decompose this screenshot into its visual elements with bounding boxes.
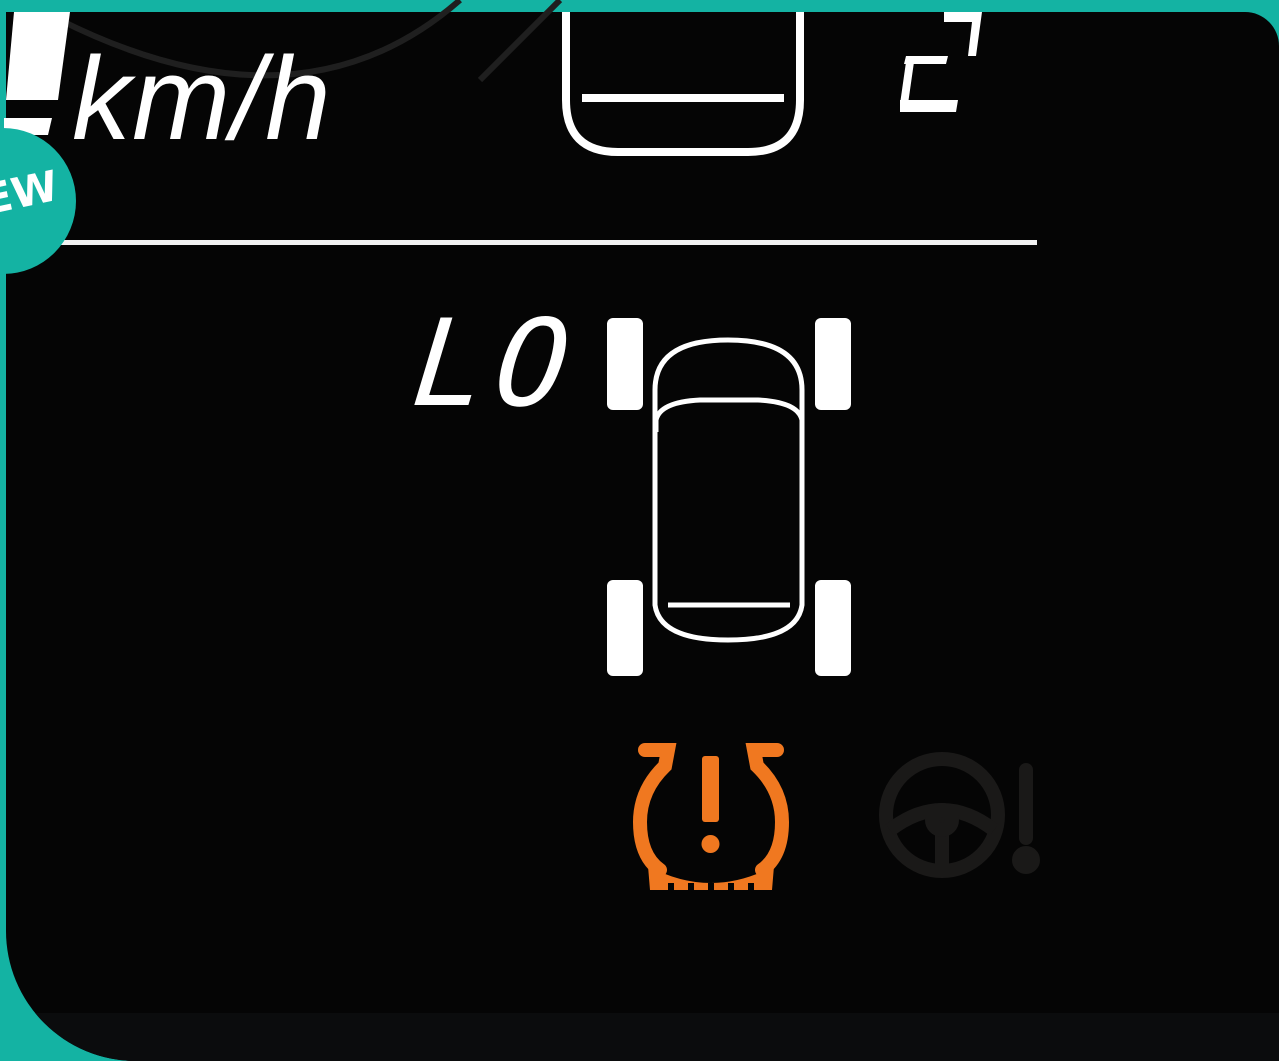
cluster-frame: km/h LO EW [0,0,1279,1061]
display-divider [60,240,1037,245]
new-badge-label: EW [0,160,63,225]
tire-pressure-lo-readout: LO [406,295,586,434]
instrument-display [6,12,1279,1061]
display-bottom-band [6,1013,1279,1061]
speed-unit-label: km/h [72,33,332,165]
